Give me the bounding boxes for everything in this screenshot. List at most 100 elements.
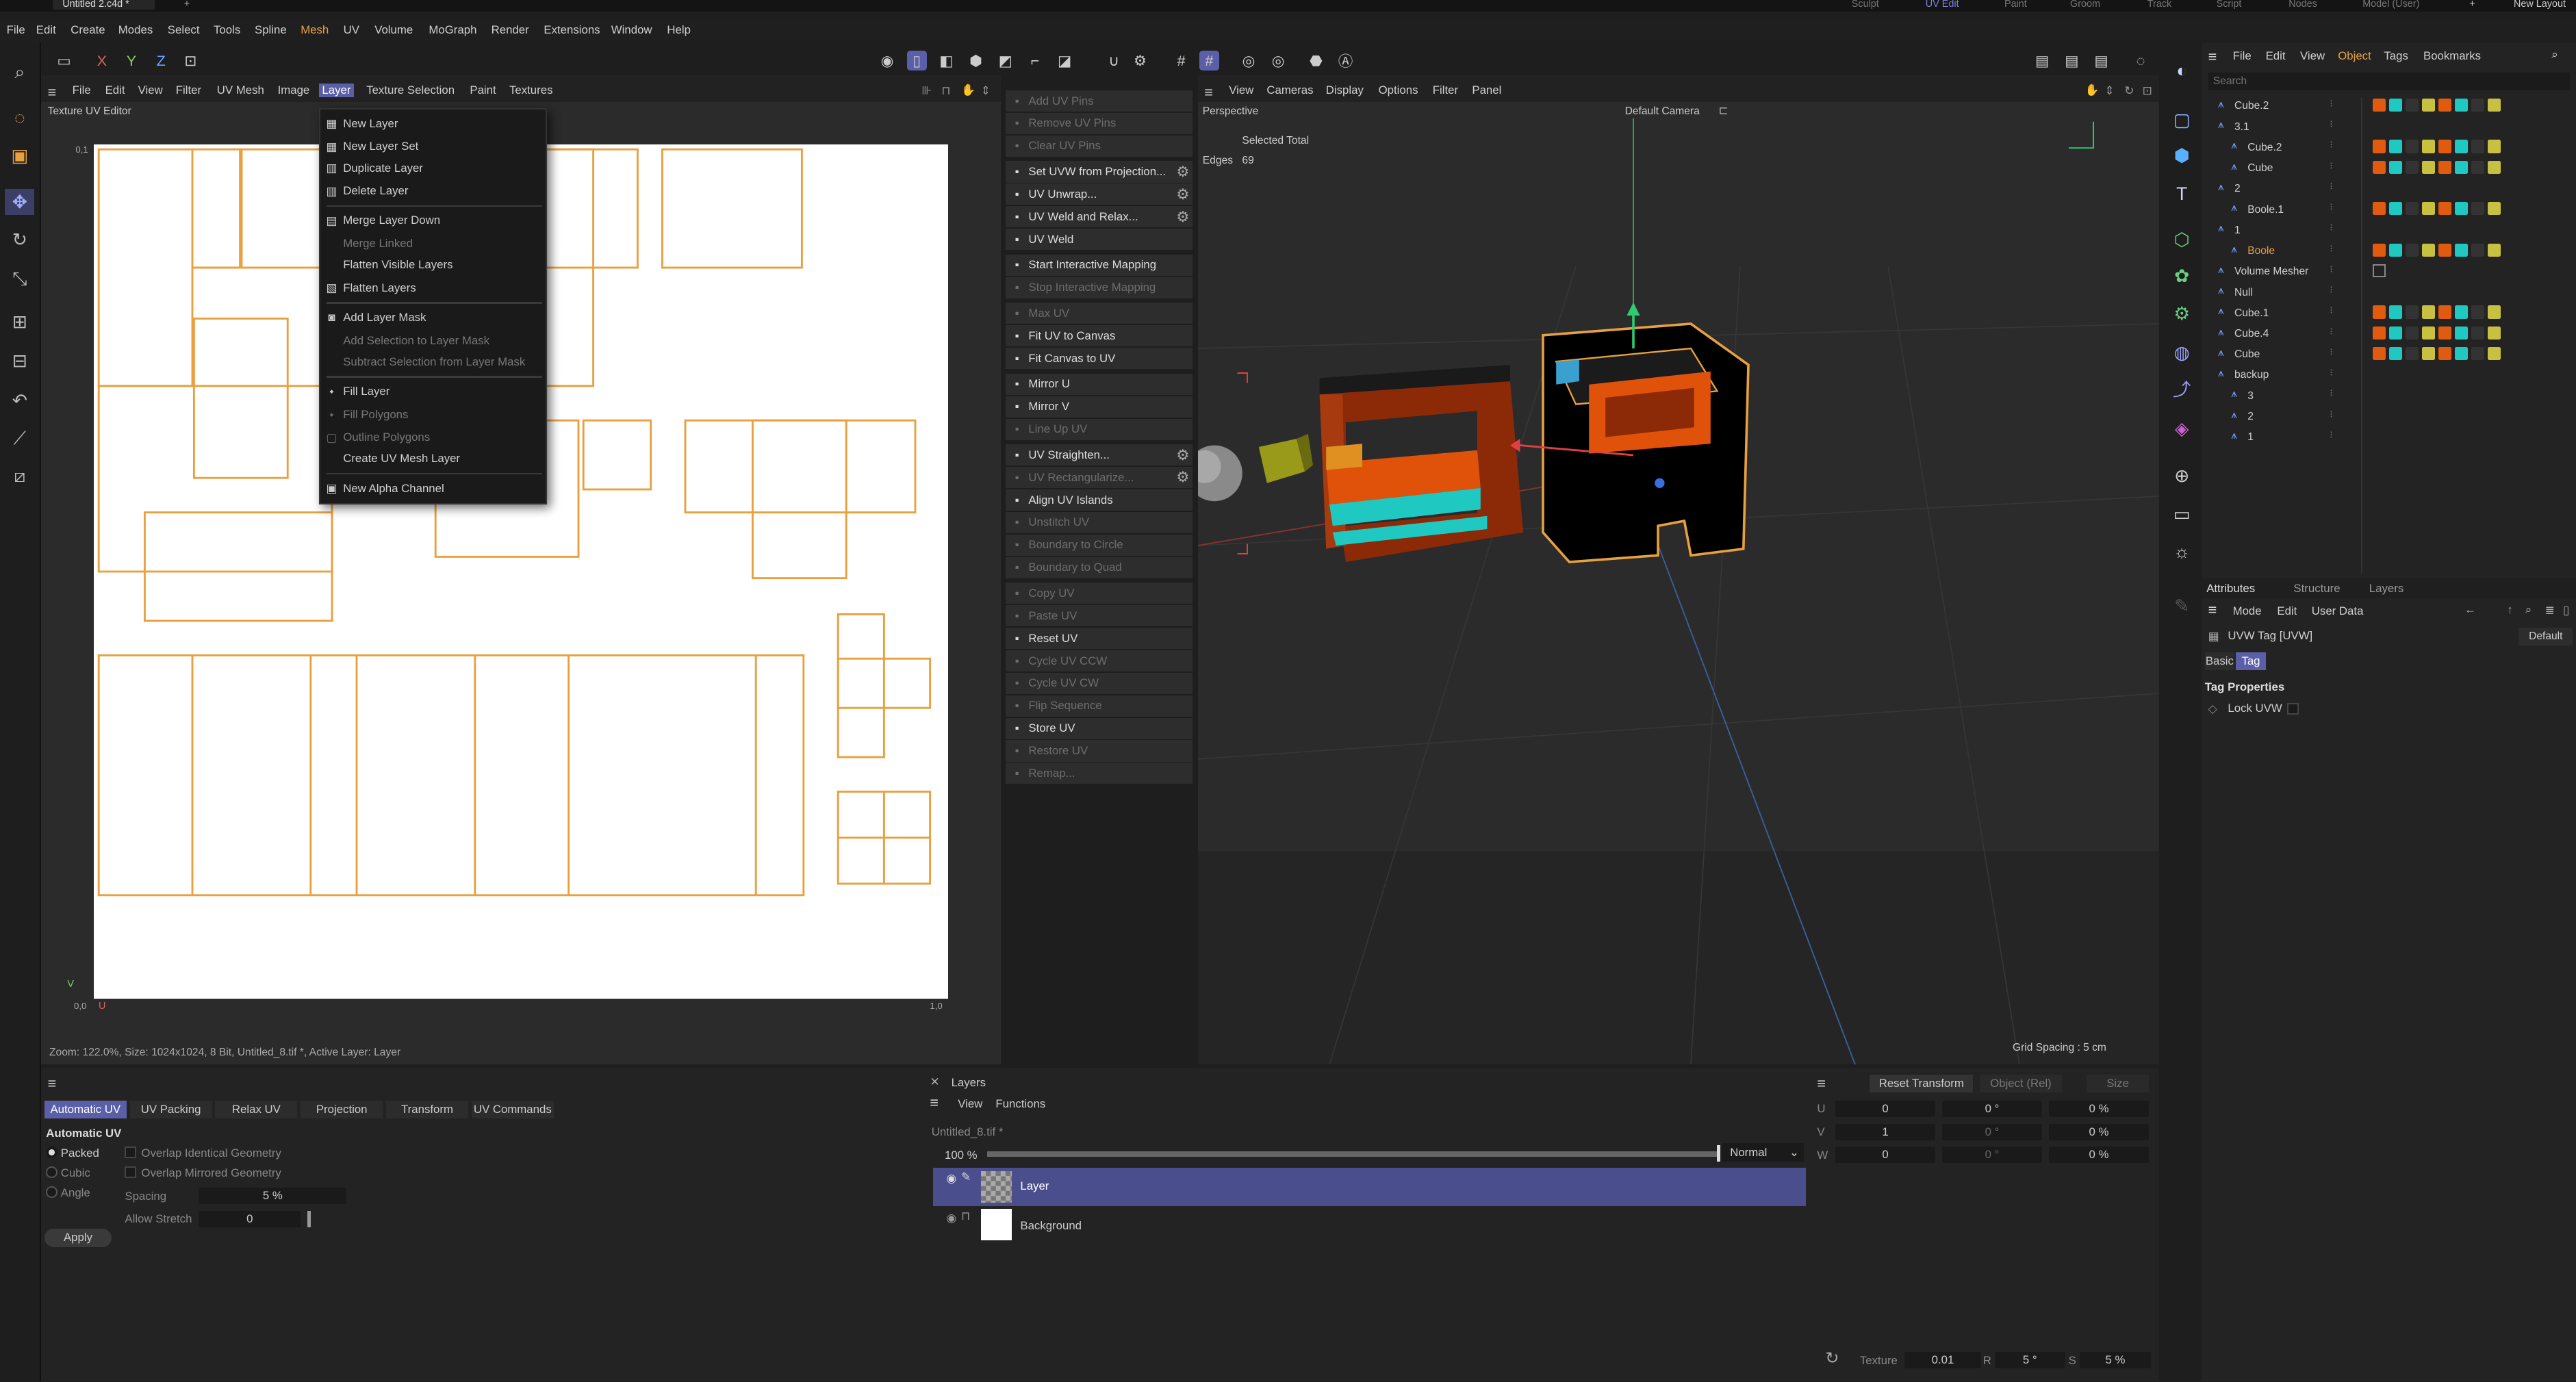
environment-icon[interactable]: ⊕ (2169, 463, 2195, 489)
subtab-basic[interactable]: Basic (2204, 652, 2234, 671)
tab-uv-packing[interactable]: UV Packing (129, 1101, 212, 1119)
material-tag-icon[interactable] (2405, 98, 2419, 112)
edges-mode-icon[interactable]: ▯ (906, 51, 927, 71)
pan-icon[interactable]: ✋ (2085, 84, 2100, 97)
menu-edit[interactable]: Edit (36, 23, 56, 37)
material-tag-icon[interactable] (2372, 98, 2386, 112)
camera-name[interactable]: Default Camera (1625, 105, 1700, 118)
material-tag-icon[interactable] (2454, 160, 2468, 174)
uv-menu-paint[interactable]: Paint (470, 84, 496, 97)
lock-icon[interactable]: ⊓ (941, 84, 950, 98)
undo-history-icon[interactable]: ▭ (54, 51, 74, 71)
uv-edges-icon[interactable]: ⌐ (1025, 51, 1045, 71)
object-row[interactable]: ⩚ 2 ⁝ (2202, 180, 2576, 200)
attr-menu-edit[interactable]: Edit (2277, 604, 2297, 618)
material-tag-icon[interactable] (2454, 305, 2468, 319)
zoom-icon[interactable]: ⇕ (981, 84, 991, 98)
material-tag-icon[interactable] (2487, 98, 2501, 112)
render-settings-icon[interactable]: Ⓐ (1336, 51, 1355, 71)
uv-menu-view[interactable]: View (138, 84, 163, 97)
preset-dropdown[interactable]: Default (2518, 627, 2573, 646)
menu-item-fill-polygons[interactable]: ⬩ Fill Polygons (320, 404, 549, 425)
uv-command-button[interactable]: ▪ Fit Canvas to UV (1005, 348, 1193, 370)
material-tag-icon[interactable] (2487, 326, 2501, 340)
visibility-dots-icon[interactable]: ⁝ (2330, 368, 2333, 379)
material-tag-icon[interactable] (2388, 140, 2402, 153)
uv-polygons-icon[interactable]: ◪ (1055, 51, 1075, 71)
knife-icon[interactable]: ⟋ (5, 426, 34, 452)
object-row[interactable]: ⩚ Cube ⁝ (2202, 159, 2576, 179)
uv-command-button[interactable]: ▪ UV Rectangularize... ⚙ (1005, 467, 1193, 489)
menu-volume[interactable]: Volume (374, 23, 413, 37)
material-tag-icon[interactable] (2454, 243, 2468, 257)
uv-command-button[interactable]: ▪ Boundary to Circle (1005, 534, 1193, 556)
material-tag-icon[interactable] (2421, 305, 2435, 319)
object-row[interactable]: ⩚ 1 ⁝ (2202, 428, 2576, 448)
subtab-tag[interactable]: Tag (2236, 652, 2266, 671)
lock-uvw-checkbox[interactable] (2286, 703, 2299, 715)
uv-command-button[interactable]: ▪ UV Weld and Relax... ⚙ (1005, 206, 1193, 228)
scale-w-field[interactable]: 0 % (2048, 1147, 2150, 1164)
material-tag-icon[interactable] (2388, 305, 2402, 319)
uv-command-button[interactable]: ▪ Store UV (1005, 717, 1193, 739)
opacity-slider[interactable] (987, 1151, 1719, 1157)
transform-tool-icon[interactable]: ⊞ (5, 309, 34, 335)
material-tag-icon[interactable] (2471, 160, 2484, 174)
material-tag-icon[interactable] (2454, 98, 2468, 112)
uv-command-button[interactable]: ▪ Unstitch UV (1005, 511, 1193, 534)
material-tag-icon[interactable] (2438, 305, 2451, 319)
material-tag-icon[interactable] (2388, 160, 2402, 174)
uv-menu-edit[interactable]: Edit (105, 84, 125, 97)
vp-menu-filter[interactable]: Filter (1433, 84, 1458, 97)
mode-cubic-radio[interactable] (46, 1166, 58, 1178)
up-arrow-icon[interactable]: ↑ (2507, 603, 2512, 617)
layers-menu-view[interactable]: View (958, 1097, 982, 1111)
uv-menu-textures[interactable]: Textures (509, 84, 552, 97)
material-tag-icon[interactable] (2487, 160, 2501, 174)
visibility-dots-icon[interactable]: ⁝ (2330, 347, 2333, 358)
material-tag-icon[interactable] (2471, 140, 2484, 153)
visibility-dots-icon[interactable]: ⁝ (2330, 140, 2333, 151)
layers-menu-functions[interactable]: Functions (995, 1097, 1045, 1111)
material-tag-icon[interactable] (2388, 326, 2402, 340)
hamburger-icon[interactable]: ≡ (48, 1075, 57, 1092)
material-tag-icon[interactable] (2388, 243, 2402, 257)
settings-gear-icon[interactable]: ⚙ (1176, 185, 1189, 203)
uv-command-button[interactable]: ▪ Restore UV (1005, 740, 1193, 762)
hamburger-icon[interactable]: ≡ (1817, 1075, 1826, 1092)
material-tag-icon[interactable] (2471, 346, 2484, 361)
opacity-value[interactable]: 100 % (945, 1149, 978, 1162)
uv-menu-texture-selection[interactable]: Texture Selection (366, 84, 455, 97)
snap-settings-icon[interactable]: ⚙ (1130, 51, 1150, 71)
cloner-icon[interactable]: ✿ (2169, 263, 2195, 289)
menu-item-create-uv-mesh-layer[interactable]: Create UV Mesh Layer (320, 448, 549, 470)
position-v-field[interactable]: 1 (1835, 1123, 1936, 1140)
object-row[interactable]: ⩚ Boole.1 ⁝ (2202, 201, 2576, 220)
scale-step-field[interactable]: 5 % (2080, 1352, 2151, 1369)
object-row[interactable]: ⩚ 3 ⁝ (2202, 387, 2576, 407)
object-row[interactable]: ⩚ Cube.2 ⁝ (2202, 97, 2576, 117)
layout-tab-paint[interactable]: Paint (2004, 0, 2027, 10)
uv-command-button[interactable]: ▪ Line Up UV (1005, 418, 1193, 440)
uv-command-button[interactable]: ▪ Clear UV Pins (1005, 135, 1193, 157)
mode-packed-radio[interactable] (46, 1147, 58, 1158)
material-tag-icon[interactable] (2372, 202, 2386, 216)
visibility-dots-icon[interactable]: ⁝ (2330, 264, 2333, 275)
allow-stretch-field[interactable]: 0 (199, 1210, 301, 1227)
uv-command-button[interactable]: ▪ Fit UV to Canvas (1005, 325, 1193, 347)
pointer-icon[interactable]: ◐ (2169, 57, 2195, 84)
search-icon[interactable]: ⌕ (2525, 603, 2532, 617)
tab-attributes[interactable]: Attributes (2202, 582, 2260, 596)
menu-window[interactable]: Window (611, 23, 652, 37)
uv-command-button[interactable]: ▪ Mirror V (1005, 396, 1193, 418)
rotate-tool-icon[interactable]: ↻ (5, 227, 34, 253)
material-tag-icon[interactable] (2438, 326, 2451, 340)
visibility-eye-icon[interactable]: ◉ (946, 1171, 956, 1186)
menu-mograph[interactable]: MoGraph (429, 23, 476, 37)
material-tag-icon[interactable] (2438, 202, 2451, 216)
menu-help[interactable]: Help (667, 23, 691, 37)
uv-command-button[interactable]: ▪ Add UV Pins (1005, 90, 1193, 112)
refresh-icon[interactable]: ↻ (1825, 1348, 1839, 1368)
menu-file[interactable]: File (7, 23, 25, 37)
material-tag-icon[interactable] (2454, 202, 2468, 216)
